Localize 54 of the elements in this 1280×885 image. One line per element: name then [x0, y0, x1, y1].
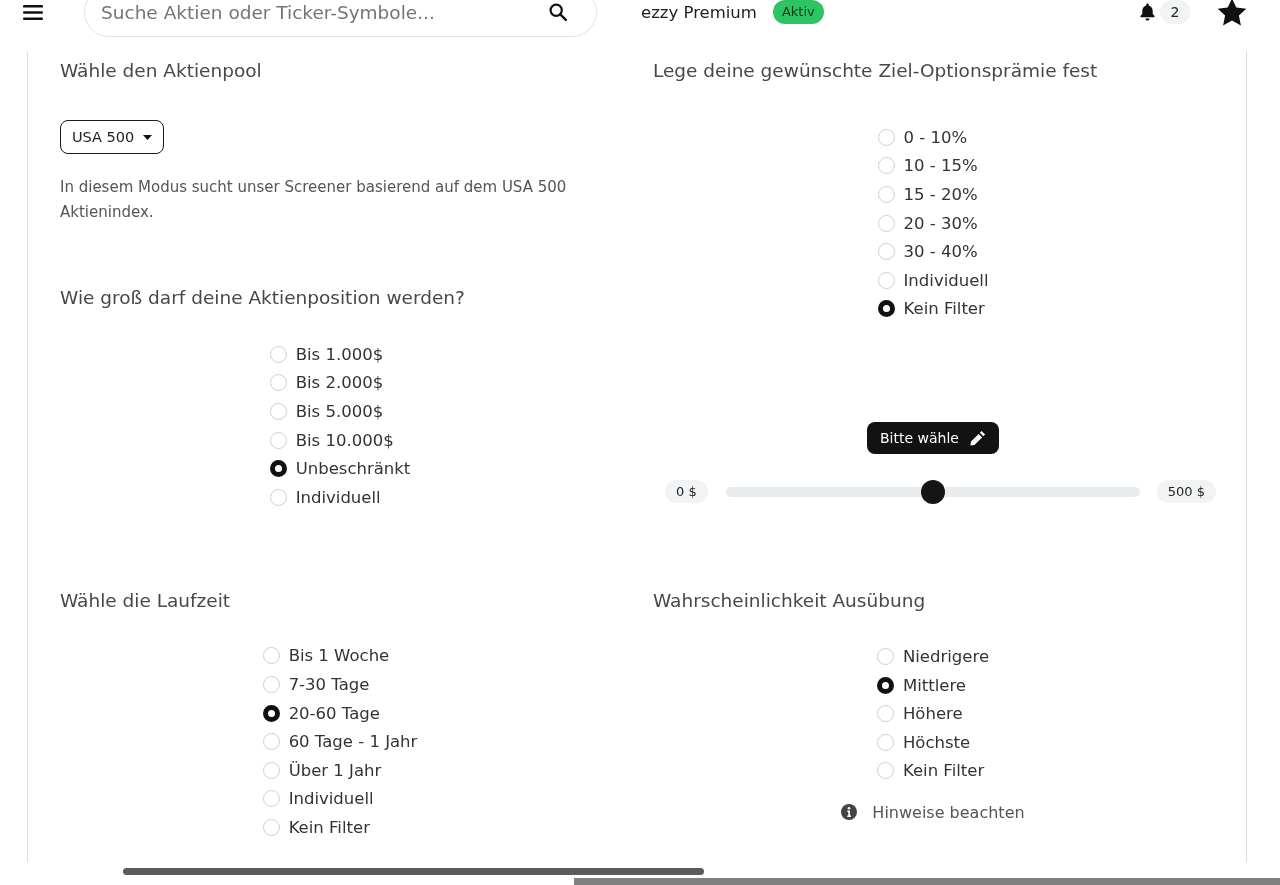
radio-option[interactable]: Individuell	[877, 265, 989, 295]
radio-button[interactable]	[877, 300, 895, 318]
slider-max-label: 500 $	[1156, 480, 1216, 504]
radio-option[interactable]: Bis 5.000$	[269, 397, 411, 426]
info-icon	[841, 804, 858, 821]
caret-icon	[143, 134, 153, 140]
radio-button[interactable]	[269, 460, 287, 478]
section-title: Wie groß darf deine Aktienposition werden?	[60, 286, 465, 310]
radio-option[interactable]: 10 - 15%	[877, 151, 989, 181]
radio-button[interactable]	[876, 676, 894, 694]
radio-option[interactable]: Individuell	[269, 482, 411, 512]
pencil-icon	[969, 430, 986, 447]
menu-icon[interactable]	[23, 4, 43, 20]
section-title: Wahrscheinlichkeit Ausübung	[653, 589, 926, 614]
section-title: Lege deine gewünschte Ziel-Optionsprämie fest	[653, 59, 1098, 83]
star-icon[interactable]	[1217, 0, 1247, 27]
radio-option[interactable]: 15 - 20%	[877, 180, 989, 209]
radio-option[interactable]: 7-30 Tage	[262, 670, 418, 699]
radio-option[interactable]: 0 - 10%	[877, 123, 989, 152]
radio-option[interactable]: Bis 1 Woche	[262, 641, 418, 671]
radio-button[interactable]	[262, 704, 280, 722]
radio-option[interactable]: Bis 2.000$	[269, 368, 411, 398]
section-title: Wähle den Aktienpool	[60, 59, 262, 83]
search-field[interactable]: Suche Aktien oder Ticker-Symbole...	[84, 0, 597, 37]
radio-option[interactable]: Unbeschränkt	[269, 454, 411, 483]
hint-link[interactable]: Hinweise beachten	[872, 802, 1025, 822]
pool-dropdown[interactable]: USA 500	[60, 120, 165, 154]
radio-option[interactable]: 30 - 40%	[877, 237, 989, 266]
radio-option[interactable]: Individuell	[262, 784, 418, 814]
premium-status-badge: Aktiv	[772, 0, 824, 24]
description-text: In diesem Modus sucht unser Screener basierend auf dem USA 500 Aktienindex.	[60, 177, 568, 223]
scrollbar-thumb[interactable]	[574, 878, 1280, 885]
bell-icon[interactable]	[1139, 3, 1156, 21]
radio-option[interactable]: Bis 1.000$	[269, 340, 411, 369]
radio-option[interactable]: Mittlere	[876, 670, 990, 700]
section-title: Wähle die Laufzeit	[60, 588, 231, 613]
radio-option[interactable]: 20 - 30%	[877, 208, 989, 238]
radio-option[interactable]: 20-60 Tage	[262, 698, 418, 728]
search-icon[interactable]	[549, 3, 567, 21]
radio-option[interactable]: Bis 10.000$	[269, 425, 411, 455]
radio-option[interactable]: Höhere	[876, 699, 990, 728]
radio-option[interactable]: Kein Filter	[877, 294, 989, 324]
brand-name: ezzy Premium	[641, 2, 757, 22]
slider-min-label: 0 $	[665, 480, 708, 504]
radio-option[interactable]: Niedrigere	[876, 642, 990, 671]
radio-option[interactable]: 60 Tage - 1 Jahr	[262, 727, 418, 756]
slider-thumb[interactable]	[920, 479, 945, 504]
value-edit-button[interactable]: Bitte wähle	[867, 422, 999, 455]
radio-option[interactable]: Kein Filter	[262, 813, 418, 842]
radio-option[interactable]: Höchste	[876, 727, 990, 757]
scrollbar-thumb[interactable]	[123, 868, 704, 875]
radio-option[interactable]: Über 1 Jahr	[262, 755, 418, 785]
radio-option[interactable]: Kein Filter	[876, 756, 990, 786]
notification-count[interactable]: 2	[1160, 0, 1190, 24]
